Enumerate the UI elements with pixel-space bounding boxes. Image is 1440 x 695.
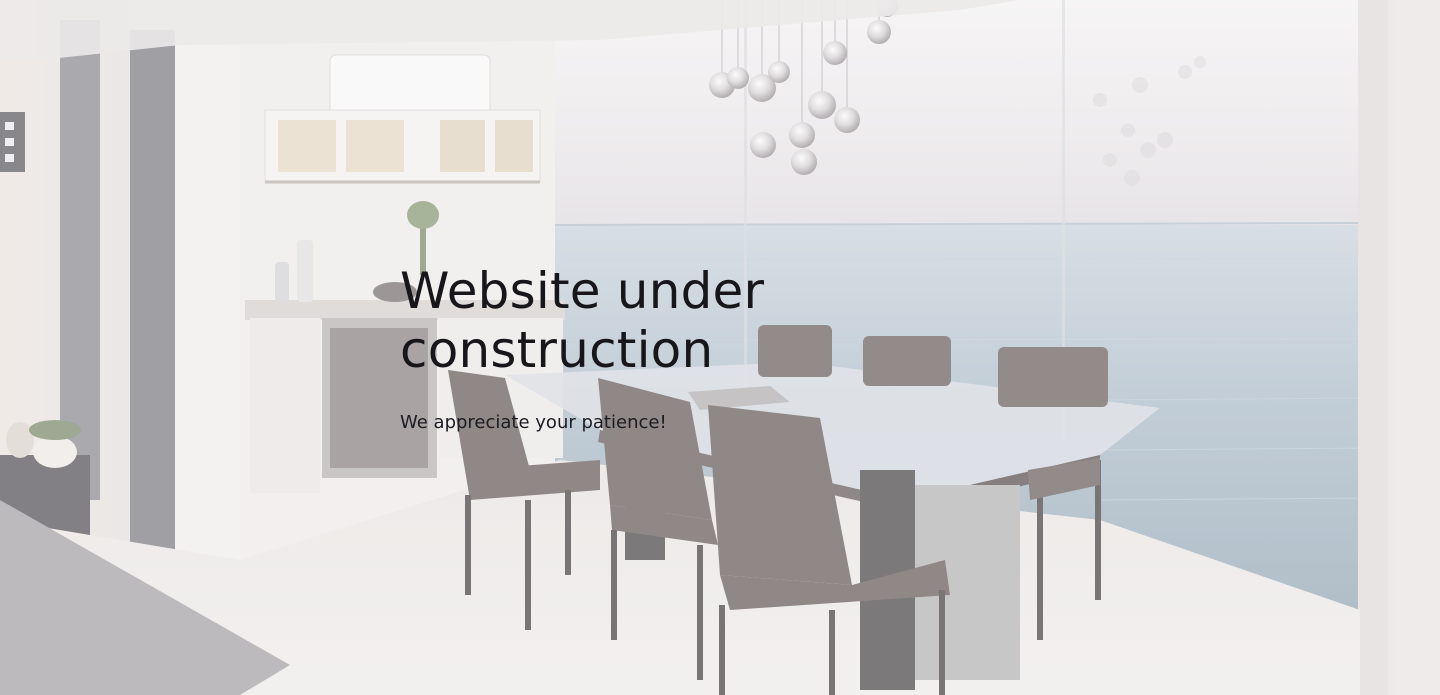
page-subtitle: We appreciate your patience! [400, 412, 667, 433]
headline-line-2: construction [400, 321, 714, 379]
under-construction-page: Website under construction We appreciate… [0, 0, 1440, 695]
hero-content: Website under construction We appreciate… [400, 262, 920, 434]
headline-line-1: Website under [400, 262, 765, 320]
page-title: Website under construction [400, 262, 920, 380]
